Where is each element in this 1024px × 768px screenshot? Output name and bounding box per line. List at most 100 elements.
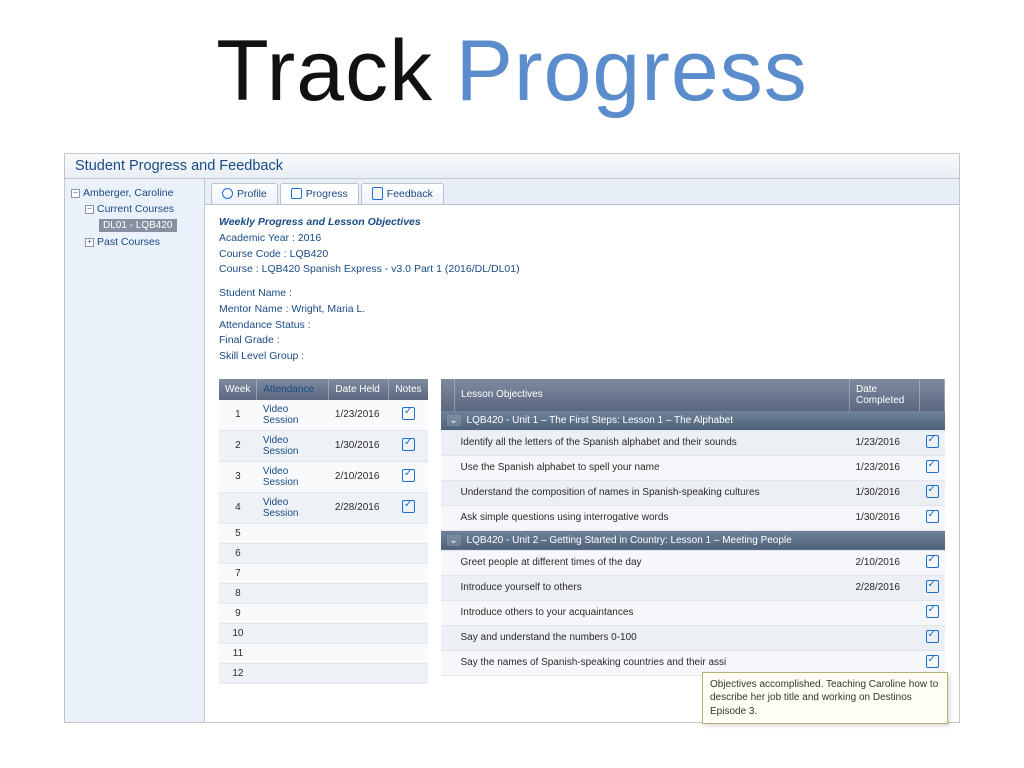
tree-root[interactable]: − Amberger, Caroline xyxy=(69,185,200,201)
student-label: Student Name : xyxy=(219,286,945,302)
check-cell[interactable] xyxy=(920,550,945,575)
notes-cell[interactable] xyxy=(389,492,428,523)
chevron-down-icon[interactable]: ⌄ xyxy=(447,535,461,546)
objective-row[interactable]: Identify all the letters of the Spanish … xyxy=(441,430,945,455)
col-notes[interactable]: Notes xyxy=(389,379,428,400)
collapse-icon[interactable]: − xyxy=(71,189,80,198)
attendance-cell[interactable] xyxy=(257,623,329,643)
attendance-cell[interactable] xyxy=(257,663,329,683)
notes-cell[interactable] xyxy=(389,543,428,563)
col-attendance[interactable]: Attendance xyxy=(257,379,329,400)
table-row[interactable]: 12 xyxy=(219,663,428,683)
objective-row[interactable]: Understand the composition of names in S… xyxy=(441,480,945,505)
objectives-table[interactable]: Lesson Objectives Date Completed ⌄LQB420… xyxy=(441,379,945,676)
table-row[interactable]: 7 xyxy=(219,563,428,583)
objective-row[interactable]: Use the Spanish alphabet to spell your n… xyxy=(441,455,945,480)
week-num: 7 xyxy=(219,563,257,583)
grade-label: Final Grade : xyxy=(219,333,945,349)
chevron-down-icon[interactable]: ⌄ xyxy=(447,415,461,426)
objective-row[interactable]: Greet people at different times of the d… xyxy=(441,550,945,575)
check-icon[interactable] xyxy=(926,580,939,593)
attendance-cell[interactable] xyxy=(257,563,329,583)
attendance-cell[interactable]: Video Session xyxy=(257,430,329,461)
col-objective[interactable]: Lesson Objectives xyxy=(455,379,850,411)
date-completed-cell xyxy=(850,600,920,625)
table-row[interactable]: 6 xyxy=(219,543,428,563)
check-icon[interactable] xyxy=(926,435,939,448)
notes-cell[interactable] xyxy=(389,400,428,431)
notes-cell[interactable] xyxy=(389,523,428,543)
tree-root-label: Amberger, Caroline xyxy=(83,187,173,199)
check-icon[interactable] xyxy=(926,485,939,498)
check-cell[interactable] xyxy=(920,480,945,505)
notes-cell[interactable] xyxy=(389,461,428,492)
col-week[interactable]: Week xyxy=(219,379,257,400)
notes-cell[interactable] xyxy=(389,663,428,683)
student-tree[interactable]: − Amberger, Caroline − Current Courses D… xyxy=(69,185,200,250)
unit-header[interactable]: ⌄LQB420 - Unit 1 – The First Steps: Less… xyxy=(441,411,945,431)
check-cell[interactable] xyxy=(920,455,945,480)
table-row[interactable]: 8 xyxy=(219,583,428,603)
tree-current-courses[interactable]: − Current Courses xyxy=(83,201,200,217)
table-row[interactable]: 10 xyxy=(219,623,428,643)
check-icon[interactable] xyxy=(926,555,939,568)
table-row[interactable]: 3Video Session2/10/2016 xyxy=(219,461,428,492)
table-row[interactable]: 11 xyxy=(219,643,428,663)
objective-row[interactable]: Say and understand the numbers 0-100 xyxy=(441,625,945,650)
objective-row[interactable]: Introduce others to your acquaintances xyxy=(441,600,945,625)
col-date-held[interactable]: Date Held xyxy=(329,379,389,400)
check-icon[interactable] xyxy=(926,655,939,668)
table-row[interactable]: 1Video Session1/23/2016 xyxy=(219,400,428,431)
check-cell[interactable] xyxy=(920,625,945,650)
attendance-cell[interactable]: Video Session xyxy=(257,461,329,492)
weekly-table[interactable]: Week Attendance Date Held Notes 1Video S… xyxy=(219,379,429,684)
attendance-cell[interactable] xyxy=(257,643,329,663)
objective-row[interactable]: Introduce yourself to others2/28/2016 xyxy=(441,575,945,600)
mentor-value: Wright, Maria L. xyxy=(291,303,365,315)
check-icon[interactable] xyxy=(926,510,939,523)
check-cell[interactable] xyxy=(920,575,945,600)
tab-profile[interactable]: Profile xyxy=(211,183,278,204)
notes-icon[interactable] xyxy=(402,438,415,451)
notes-cell[interactable] xyxy=(389,623,428,643)
notes-cell[interactable] xyxy=(389,603,428,623)
notes-cell[interactable] xyxy=(389,583,428,603)
collapse-icon[interactable]: − xyxy=(85,205,94,214)
tab-feedback[interactable]: Feedback xyxy=(361,183,444,204)
attendance-cell[interactable] xyxy=(257,523,329,543)
check-icon[interactable] xyxy=(926,460,939,473)
col-date-completed[interactable]: Date Completed xyxy=(850,379,920,411)
attendance-cell[interactable]: Video Session xyxy=(257,492,329,523)
check-cell[interactable] xyxy=(920,430,945,455)
date-held-cell: 2/10/2016 xyxy=(329,461,389,492)
notes-cell[interactable] xyxy=(389,430,428,461)
week-num: 9 xyxy=(219,603,257,623)
week-num: 3 xyxy=(219,461,257,492)
expand-icon[interactable]: + xyxy=(85,238,94,247)
tab-progress[interactable]: Progress xyxy=(280,183,359,204)
app-window: Student Progress and Feedback − Amberger… xyxy=(64,153,960,723)
attendance-cell[interactable]: Video Session xyxy=(257,400,329,431)
unit-header[interactable]: ⌄LQB420 - Unit 2 – Getting Started in Co… xyxy=(441,530,945,550)
notes-cell[interactable] xyxy=(389,643,428,663)
objective-row[interactable]: Ask simple questions using interrogative… xyxy=(441,505,945,530)
check-cell[interactable] xyxy=(920,505,945,530)
table-row[interactable]: 9 xyxy=(219,603,428,623)
attendance-cell[interactable] xyxy=(257,603,329,623)
notes-cell[interactable] xyxy=(389,563,428,583)
check-icon[interactable] xyxy=(926,605,939,618)
tree-course-leaf[interactable]: DL01 - LQB420 xyxy=(97,217,200,234)
attendance-cell[interactable] xyxy=(257,583,329,603)
table-row[interactable]: 4Video Session2/28/2016 xyxy=(219,492,428,523)
check-cell[interactable] xyxy=(920,600,945,625)
tree-past-courses[interactable]: + Past Courses xyxy=(83,234,200,250)
week-num: 1 xyxy=(219,400,257,431)
table-row[interactable]: 2Video Session1/30/2016 xyxy=(219,430,428,461)
table-row[interactable]: 5 xyxy=(219,523,428,543)
attendance-label: Attendance Status : xyxy=(219,318,945,334)
notes-icon[interactable] xyxy=(402,500,415,513)
attendance-cell[interactable] xyxy=(257,543,329,563)
notes-icon[interactable] xyxy=(402,469,415,482)
notes-icon[interactable] xyxy=(402,407,415,420)
check-icon[interactable] xyxy=(926,630,939,643)
